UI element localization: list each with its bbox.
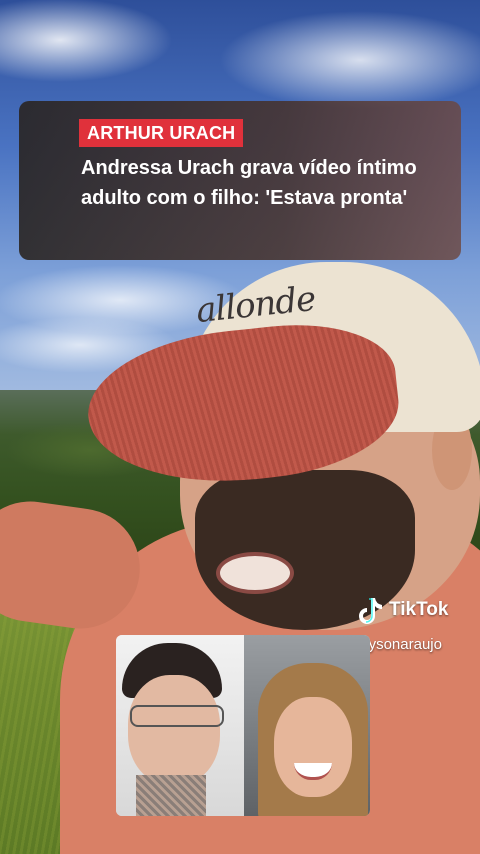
news-headline: Andressa Urach grava vídeo íntimo adulto…	[81, 157, 417, 209]
tiktok-watermark: TikTok @oglaysonaraujo	[325, 596, 477, 656]
category-tag: ARTHUR URACH	[79, 119, 244, 147]
man-tattooed-neck	[136, 775, 206, 816]
tiktok-logo-icon	[359, 598, 382, 624]
news-banner: ARTHUR URACH Andressa Urach grava vídeo …	[19, 101, 461, 260]
man-glasses	[130, 705, 224, 727]
inset-photo	[116, 635, 370, 816]
tiktok-brand: TikTok	[389, 599, 449, 620]
woman-face	[274, 697, 352, 797]
person-mouth	[216, 552, 294, 594]
man-face	[128, 675, 220, 785]
